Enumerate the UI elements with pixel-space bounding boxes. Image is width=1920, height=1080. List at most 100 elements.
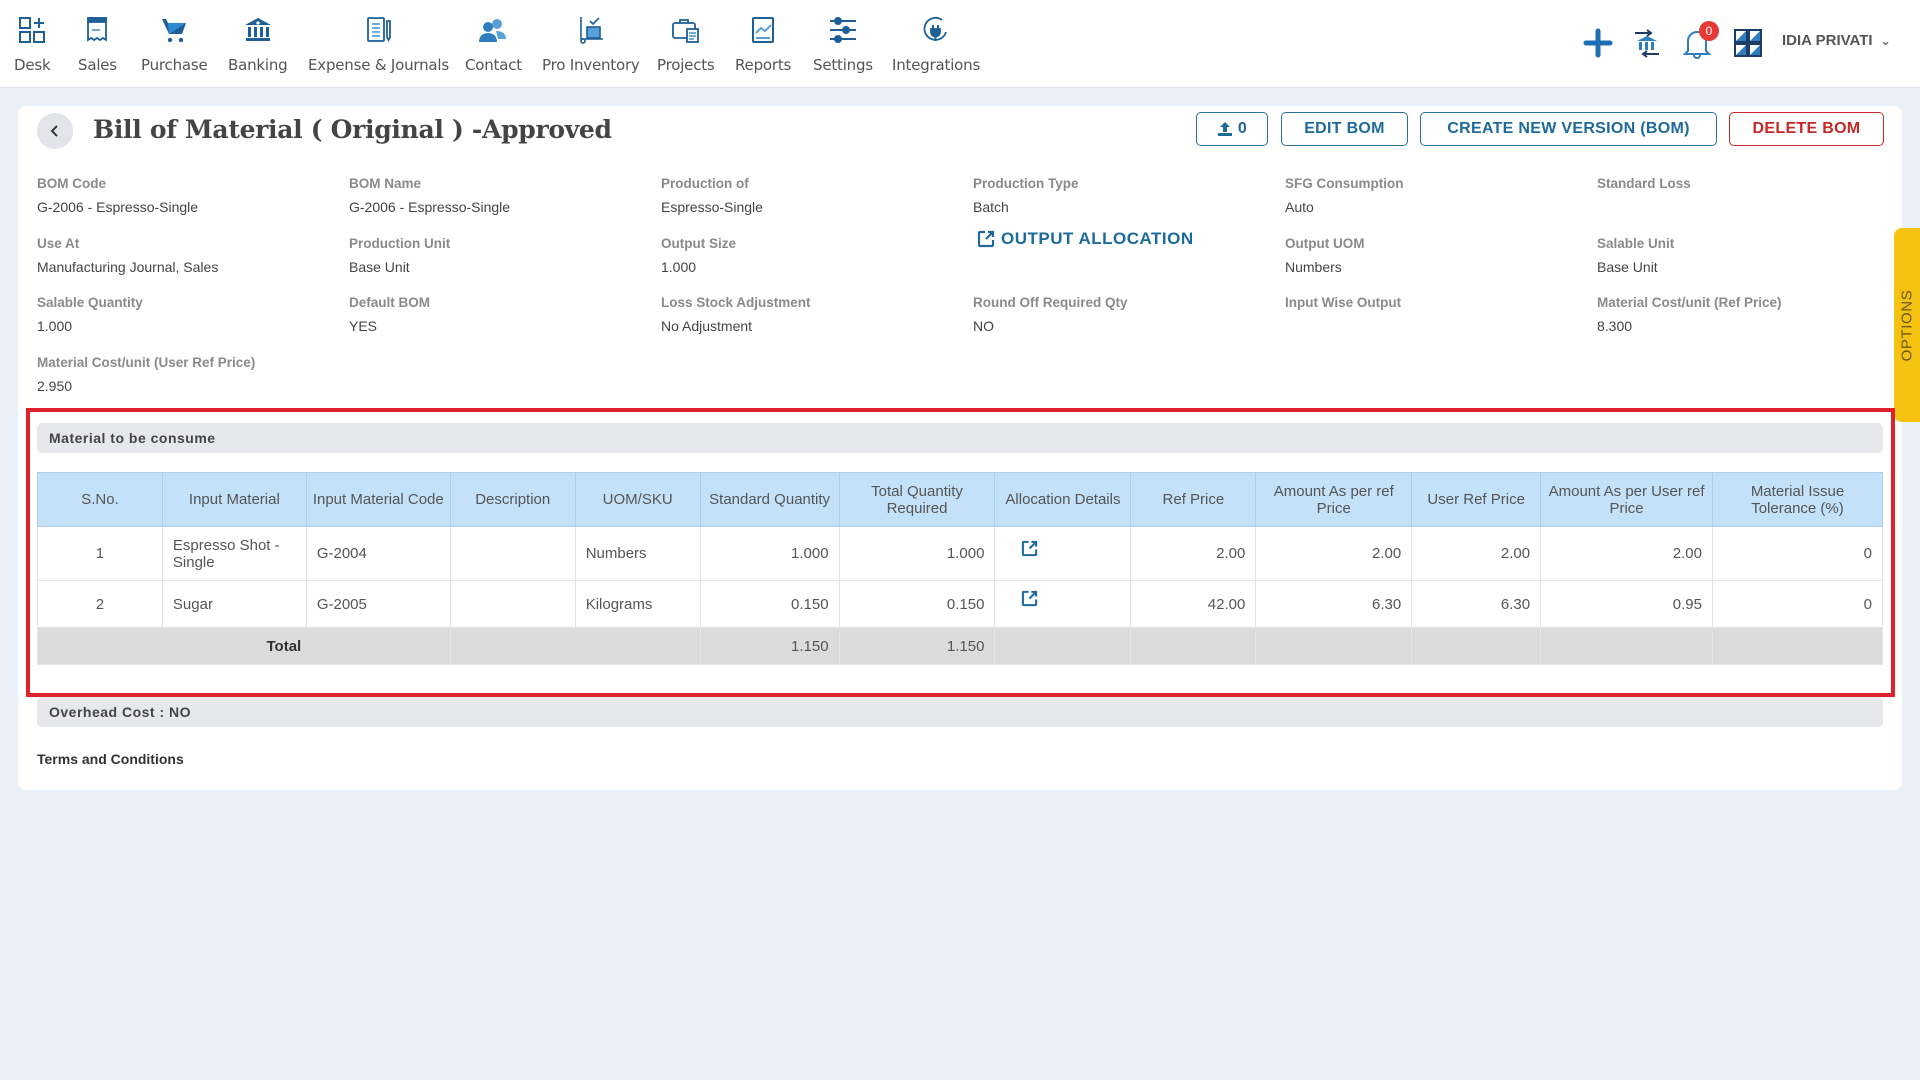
field-value: 8.300 xyxy=(1597,318,1633,334)
upload-count: 0 xyxy=(1237,120,1248,137)
company-selector[interactable]: IDIA PRIVATI ⌄ xyxy=(1782,32,1891,49)
cell-description xyxy=(449,526,576,581)
field-bom-name: BOM Name G-2006 - Espresso-Single xyxy=(349,176,510,215)
cell-amount-ref: 6.30 xyxy=(1255,580,1413,628)
allocation-link-icon[interactable] xyxy=(1021,590,1038,611)
nav-sales[interactable]: Sales xyxy=(78,14,117,74)
terms-and-conditions: Terms and Conditions xyxy=(37,751,184,767)
allocation-link-icon[interactable] xyxy=(1021,540,1038,561)
upload-icon xyxy=(1217,122,1232,136)
top-nav: Desk Sales Purchase Banking Expense & Jo… xyxy=(0,0,1920,88)
nav-contact[interactable]: Contact xyxy=(465,14,522,74)
options-label: OPTIONS xyxy=(1898,289,1916,361)
cell-tolerance: 0 xyxy=(1712,526,1883,581)
nav-label: Contact xyxy=(465,56,522,74)
field-use-at: Use At Manufacturing Journal, Sales xyxy=(37,236,218,275)
bank-icon xyxy=(242,14,274,46)
total-row: Total 1.150 1.150 xyxy=(37,627,1883,665)
col-total-quantity: Total Quantity Required xyxy=(838,472,996,527)
external-link-icon xyxy=(977,230,995,248)
nav-projects[interactable]: Projects xyxy=(657,14,715,74)
nav-banking[interactable]: Banking xyxy=(228,14,288,74)
field-label: Production of xyxy=(661,176,749,191)
output-allocation-link[interactable]: OUTPUT ALLOCATION xyxy=(977,229,1194,249)
notification-badge: 0 xyxy=(1699,21,1719,41)
cell-material: Espresso Shot - Single xyxy=(161,526,307,581)
field-label: Salable Unit xyxy=(1597,236,1675,251)
cell-allocation xyxy=(994,580,1132,628)
field-value: G-2006 - Espresso-Single xyxy=(349,199,511,215)
upload-button[interactable]: 0 xyxy=(1196,112,1268,146)
cart-icon xyxy=(158,14,190,46)
edit-bom-button[interactable]: EDIT BOM xyxy=(1281,112,1408,146)
field-loss-stock-adjustment: Loss Stock Adjustment No Adjustment xyxy=(661,295,811,334)
contacts-icon xyxy=(477,14,509,46)
field-input-wise-output: Input Wise Output xyxy=(1285,295,1401,318)
field-production-of: Production of Espresso-Single xyxy=(661,176,763,215)
bank-transfer-button[interactable] xyxy=(1629,25,1665,61)
nav-purchase[interactable]: Purchase xyxy=(141,14,208,74)
field-value: 1.000 xyxy=(661,259,697,275)
cell-allocation xyxy=(994,526,1132,581)
nav-desk[interactable]: Desk xyxy=(14,14,51,74)
cell-description xyxy=(449,580,576,628)
report-chart-icon xyxy=(747,14,779,46)
nav-reports[interactable]: Reports xyxy=(735,14,791,74)
delete-bom-button[interactable]: DELETE BOM xyxy=(1729,112,1884,146)
col-standard-quantity: Standard Quantity xyxy=(699,472,840,527)
nav-label: Desk xyxy=(14,56,51,74)
field-value: Batch xyxy=(973,199,1009,215)
company-name: IDIA PRIVATI xyxy=(1782,32,1873,49)
cell-total-qty: 1.000 xyxy=(838,526,996,581)
field-value: No Adjustment xyxy=(661,318,753,334)
cell-sno: 2 xyxy=(37,580,163,628)
field-label: Loss Stock Adjustment xyxy=(661,295,811,310)
options-tab[interactable]: OPTIONS xyxy=(1894,228,1920,422)
nav-expense-journals[interactable]: Expense & Journals xyxy=(308,14,449,74)
field-production-unit: Production Unit Base Unit xyxy=(349,236,450,275)
page-title: Bill of Material ( Original ) -Approved xyxy=(93,115,612,144)
back-button[interactable] xyxy=(37,113,73,149)
field-output-size: Output Size 1.000 xyxy=(661,236,736,275)
nav-label: Reports xyxy=(735,56,792,74)
field-standard-loss: Standard Loss xyxy=(1597,176,1691,199)
add-button[interactable] xyxy=(1580,25,1616,61)
field-value: Numbers xyxy=(1285,259,1342,275)
table-row: 2 Sugar G-2005 Kilograms 0.150 0.150 42.… xyxy=(37,580,1883,628)
nav-settings[interactable]: Settings xyxy=(813,14,873,74)
chevron-down-icon: ⌄ xyxy=(1880,34,1891,48)
total-std-qty: 1.150 xyxy=(699,627,840,665)
cell-code: G-2005 xyxy=(305,580,451,628)
nav-label: Banking xyxy=(228,56,288,74)
col-user-ref-price: User Ref Price xyxy=(1411,472,1542,527)
field-value: Manufacturing Journal, Sales xyxy=(37,259,219,275)
field-label: Material Cost/unit (User Ref Price) xyxy=(37,355,256,370)
cell-amount-ref: 2.00 xyxy=(1255,526,1413,581)
apps-grid-button[interactable] xyxy=(1730,25,1766,61)
cell-user-ref-price: 2.00 xyxy=(1411,526,1542,581)
nav-pro-inventory[interactable]: Pro Inventory xyxy=(542,14,640,74)
col-amount-user-ref: Amount As per User ref Price xyxy=(1540,472,1713,527)
table-row: 1 Espresso Shot - Single G-2004 Numbers … xyxy=(37,526,1883,581)
notifications-button[interactable]: 0 xyxy=(1679,21,1719,61)
nav-label: Expense & Journals xyxy=(308,56,449,74)
field-label: Output Size xyxy=(661,236,736,251)
nav-integrations[interactable]: Integrations xyxy=(892,14,980,74)
field-value: NO xyxy=(973,318,994,334)
total-total-qty: 1.150 xyxy=(838,627,996,665)
briefcase-icon xyxy=(670,14,702,46)
cell-uom: Numbers xyxy=(574,526,701,581)
cell-amount-user-ref: 2.00 xyxy=(1540,526,1713,581)
field-default-bom: Default BOM YES xyxy=(349,295,430,334)
field-salable-quantity: Salable Quantity 1.000 xyxy=(37,295,143,334)
cell-code: G-2004 xyxy=(305,526,451,581)
table-header-row: S.No. Input Material Input Material Code… xyxy=(37,472,1883,527)
output-allocation-label: OUTPUT ALLOCATION xyxy=(1001,229,1194,248)
apps-grid-icon xyxy=(1734,29,1762,57)
cell-std-qty: 1.000 xyxy=(699,526,840,581)
col-uom: UOM/SKU xyxy=(574,472,701,527)
field-value: YES xyxy=(349,318,378,334)
field-value: Auto xyxy=(1285,199,1314,215)
create-new-version-button[interactable]: CREATE NEW VERSION (BOM) xyxy=(1420,112,1717,146)
col-allocation-details: Allocation Details xyxy=(994,472,1132,527)
